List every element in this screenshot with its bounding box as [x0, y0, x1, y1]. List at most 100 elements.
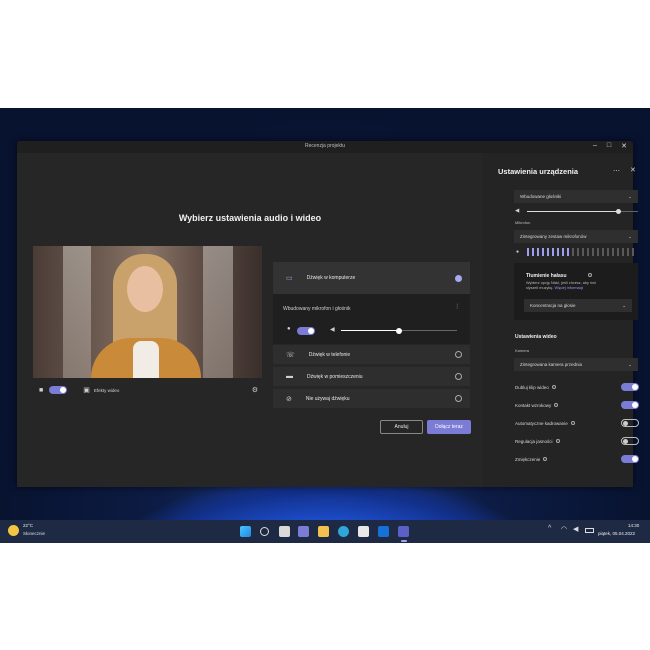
more-icon[interactable]: ⋯ — [613, 167, 620, 175]
speaker-volume-slider[interactable] — [527, 209, 638, 214]
info-icon[interactable] — [588, 273, 592, 277]
toggle-label: Dubluj klip wideo — [515, 384, 549, 390]
monitor-icon: ▭ — [286, 275, 293, 282]
page-title: Wybierz ustawienia audio i wideo — [178, 213, 322, 223]
mic-level-bar — [551, 248, 555, 256]
camera-toggle[interactable] — [49, 386, 68, 394]
info-icon[interactable] — [555, 439, 560, 444]
soften-toggle[interactable] — [621, 455, 639, 463]
mic-icon: ● — [516, 249, 520, 255]
mic-level-bar — [596, 248, 600, 256]
mirror-toggle[interactable] — [621, 383, 639, 391]
eye-contact-toggle[interactable] — [621, 401, 639, 409]
mic-icon: ● — [287, 326, 291, 332]
noise-dropdown[interactable]: Koncentracja na głosie ⌄ — [524, 299, 632, 312]
audio-option-label: Nie używaj dźwięku — [305, 395, 350, 402]
info-icon[interactable] — [554, 403, 559, 408]
mic-level-bar — [616, 248, 620, 256]
mic-dropdown[interactable]: Zintegrowany zestaw mikrofonów ⌄ — [514, 230, 638, 243]
maximize-button[interactable]: □ — [607, 142, 611, 150]
radio-none[interactable] — [455, 395, 462, 402]
tray-chevron-icon[interactable]: ^ — [548, 525, 551, 532]
close-button[interactable]: ✕ — [621, 142, 627, 150]
video-settings-title: Ustawienia wideo — [515, 334, 557, 340]
mic-level-bar — [601, 248, 605, 256]
toggle-row-mirror: Dubluj klip wideo — [515, 383, 639, 391]
active-app-indicator — [401, 540, 407, 542]
clock-time[interactable]: 14:30 — [628, 523, 639, 528]
gear-icon[interactable]: ⚙ — [252, 386, 258, 394]
toggle-label: Zmiękczenie — [515, 456, 541, 462]
mic-level-bar — [531, 248, 535, 256]
taskbar: 22°C Słonecznie ^ ◠ ◀ 14:30 piątek, 05.0… — [0, 520, 650, 543]
weather-desc: Słonecznie — [23, 531, 46, 536]
radio-computer[interactable] — [455, 274, 462, 282]
info-icon[interactable] — [543, 457, 548, 462]
prejoin-main: Wybierz ustawienia audio i wideo ■ ▣ Efe… — [17, 153, 483, 487]
mic-level-bar — [556, 248, 560, 256]
camera-dropdown[interactable]: Zintegrowana kamera przednia ⌄ — [514, 358, 638, 371]
store-icon[interactable] — [358, 526, 369, 537]
toggle-label: Kontakt wzrokowy — [515, 402, 552, 408]
speaker-dropdown[interactable]: Wbudowane głośniki ⌄ — [514, 190, 638, 203]
audio-option-phone[interactable]: ☏ Dźwięk w telefonie — [273, 345, 470, 364]
brightness-toggle[interactable] — [621, 437, 639, 445]
mic-label: Mikrofon — [515, 220, 531, 225]
info-icon[interactable] — [551, 385, 556, 390]
mic-level-bar — [591, 248, 595, 256]
close-panel-icon[interactable]: ✕ — [630, 166, 636, 174]
minimize-button[interactable]: – — [593, 142, 597, 150]
cancel-button[interactable]: Anuluj — [380, 420, 423, 434]
join-button[interactable]: Dołącz teraz — [427, 420, 471, 434]
effects-icon: ▣ — [83, 387, 90, 394]
radio-phone[interactable] — [455, 351, 462, 358]
toggle-row-soften: Zmiękczenie — [515, 455, 639, 463]
teams-icon[interactable] — [398, 526, 409, 537]
wifi-icon[interactable]: ◠ — [561, 525, 567, 533]
mic-level-bar — [576, 248, 580, 256]
noise-title: Tłumienie hałasu — [526, 273, 567, 279]
camera-device-value: Zintegrowana kamera przednia — [520, 362, 583, 367]
chevron-down-icon: ⌄ — [622, 302, 626, 308]
volume-slider[interactable] — [341, 327, 457, 334]
chat-icon[interactable] — [298, 526, 309, 537]
mic-level-bar — [527, 248, 530, 256]
mic-level-bar — [631, 248, 635, 256]
mic-device-value: Zintegrowany zestaw mikrofonów — [520, 234, 587, 239]
chevron-down-icon: ⌄ — [628, 193, 632, 199]
mic-level-bar — [611, 248, 615, 256]
mic-level-bar — [626, 248, 630, 256]
radio-room[interactable] — [455, 373, 462, 380]
title-bar: Recenzja projektu – □ ✕ — [17, 141, 633, 153]
settings-sliders-icon[interactable]: ⫶ — [456, 304, 458, 312]
audio-option-none[interactable]: ⊘ Nie używaj dźwięku — [273, 389, 470, 408]
auto-framing-toggle[interactable] — [621, 419, 639, 427]
audio-option-room[interactable]: ▬ Dźwięk w pomieszczeniu — [273, 367, 470, 386]
sun-icon — [8, 525, 19, 536]
task-view-icon[interactable] — [279, 526, 290, 537]
clock-date[interactable]: piątek, 05.04.2022 — [598, 531, 635, 536]
mic-level-bar — [541, 248, 545, 256]
more-info-link[interactable]: Więcej informacji — [555, 286, 584, 290]
window-title: Recenzja projektu — [304, 143, 346, 149]
effects-label[interactable]: Efekty wideo — [94, 388, 120, 393]
volume-icon[interactable]: ◀ — [573, 525, 578, 533]
mic-toggle[interactable] — [297, 327, 315, 335]
info-icon[interactable] — [570, 421, 575, 426]
audio-device-panel: Wbudowany mikrofon i głośnik ⫶ ● ◀ — [273, 294, 470, 344]
teams-prejoin-window: Recenzja projektu – □ ✕ Wybierz ustawien… — [17, 141, 639, 487]
edge-icon[interactable] — [338, 526, 349, 537]
panel-title: Ustawienia urządzenia — [498, 167, 579, 176]
audio-option-label: Dźwięk w pomieszczeniu — [307, 373, 363, 380]
weather-temp[interactable]: 22°C — [23, 523, 33, 528]
camera-icon: ■ — [39, 386, 44, 394]
audio-option-computer[interactable]: ▭ Dźwięk w komputerze — [273, 262, 470, 294]
start-icon[interactable] — [240, 526, 251, 537]
video-preview — [33, 246, 262, 378]
file-explorer-icon[interactable] — [318, 526, 329, 537]
battery-icon[interactable] — [585, 528, 594, 533]
outlook-icon[interactable] — [378, 526, 389, 537]
search-icon[interactable] — [260, 527, 269, 536]
mic-level-bar — [546, 248, 550, 256]
speaker-icon: ◀ — [330, 327, 335, 333]
